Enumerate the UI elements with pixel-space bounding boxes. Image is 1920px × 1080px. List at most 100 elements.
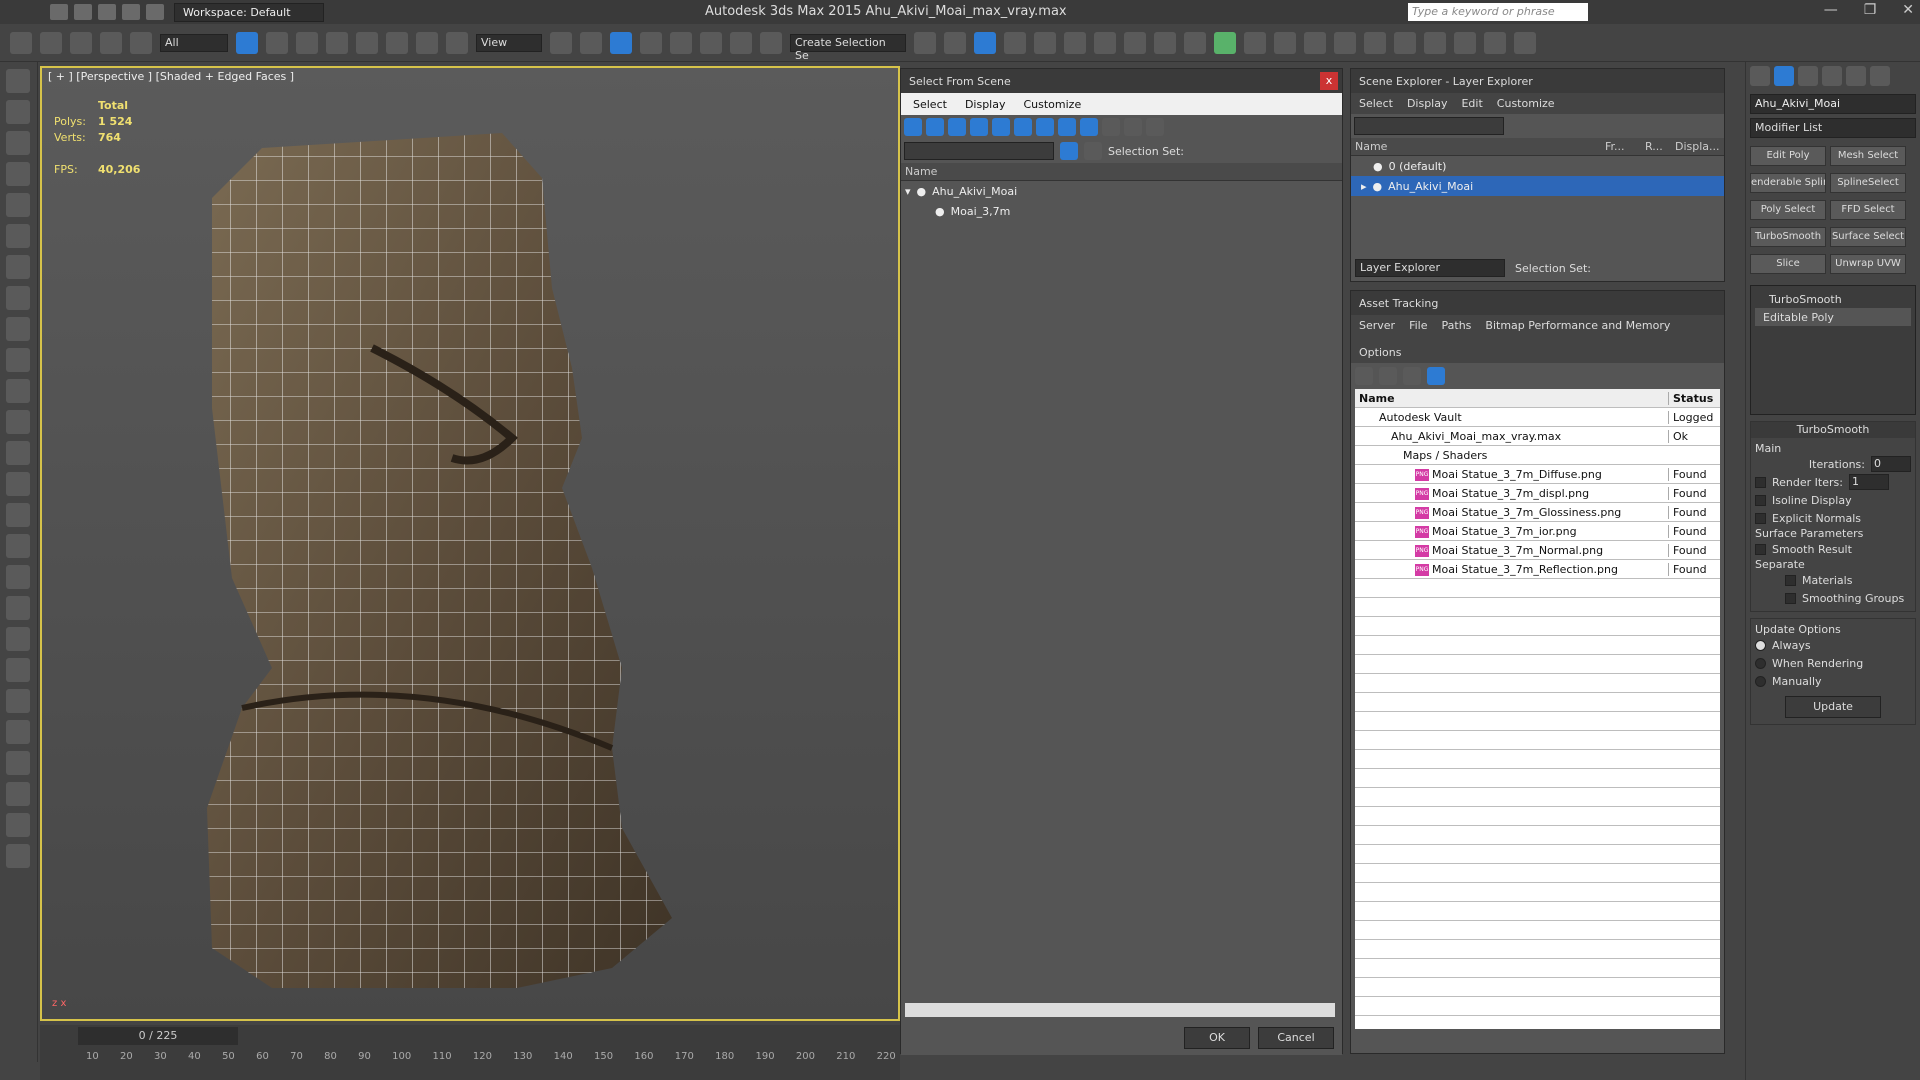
display-helpers-icon[interactable] xyxy=(992,118,1010,136)
hierarchy-tab-icon[interactable] xyxy=(1798,66,1818,86)
viewport-label[interactable]: [ + ] [Perspective ] [Shaded + Edged Fac… xyxy=(48,70,294,83)
plane-icon[interactable] xyxy=(6,317,30,341)
named-selection-dropdown[interactable]: Create Selection Se xyxy=(790,33,906,62)
expand-arrow-icon[interactable]: ▾ xyxy=(905,185,911,198)
at-menu-paths[interactable]: Paths xyxy=(1442,319,1472,332)
spinner-snap-icon[interactable] xyxy=(730,31,752,54)
se-menu-customize[interactable]: Customize xyxy=(1497,97,1555,110)
vray-settings-icon[interactable] xyxy=(1514,31,1536,54)
mirror-icon[interactable] xyxy=(914,31,936,54)
undo-icon[interactable] xyxy=(10,31,32,54)
bind-spacewarp-icon[interactable] xyxy=(130,31,152,54)
rect-selection-icon[interactable] xyxy=(296,31,318,54)
mod-poly-select-button[interactable]: Poly Select xyxy=(1750,200,1826,220)
dynamics-icon[interactable] xyxy=(6,565,30,589)
angle-snap-icon[interactable] xyxy=(670,31,692,54)
rotate-icon[interactable] xyxy=(386,31,408,54)
space-warp-icon[interactable] xyxy=(6,255,30,279)
at-col-name[interactable]: Name xyxy=(1355,392,1668,405)
vray-toolbar-icon[interactable] xyxy=(1484,31,1506,54)
at-menu-file[interactable]: File xyxy=(1409,319,1427,332)
undo-icon[interactable] xyxy=(122,4,140,20)
at-menu-options[interactable]: Options xyxy=(1359,346,1401,359)
display-cameras-icon[interactable] xyxy=(970,118,988,136)
select-all-icon[interactable] xyxy=(1102,118,1120,136)
lightbulb-icon[interactable] xyxy=(6,193,30,217)
modifier-list-dropdown[interactable]: Modifier List xyxy=(1750,118,1916,138)
search-input[interactable]: Type a keyword or phrase xyxy=(1408,3,1588,21)
globe-icon[interactable] xyxy=(6,627,30,651)
vray-rt-icon[interactable] xyxy=(1454,31,1476,54)
grid-icon[interactable] xyxy=(6,131,30,155)
layer-explorer-icon[interactable] xyxy=(1004,31,1026,54)
select-manipulate-icon[interactable] xyxy=(580,31,602,54)
cloth-icon[interactable] xyxy=(6,596,30,620)
se-col-freeze[interactable]: Fr... xyxy=(1605,138,1645,155)
sphere-icon[interactable] xyxy=(6,379,30,403)
materials-checkbox[interactable] xyxy=(1785,574,1796,586)
redo-icon[interactable] xyxy=(40,31,62,54)
ball-icon[interactable] xyxy=(6,503,30,527)
at-row[interactable]: Autodesk Vault Logged xyxy=(1355,408,1720,427)
fur-icon[interactable] xyxy=(6,410,30,434)
link-icon[interactable] xyxy=(70,31,92,54)
se-menu-edit[interactable]: Edit xyxy=(1461,97,1482,110)
menu-select[interactable]: Select xyxy=(913,98,947,111)
lightbulb-icon[interactable]: ● xyxy=(935,205,945,218)
curve-editor-icon[interactable] xyxy=(1034,31,1056,54)
layers-icon[interactable] xyxy=(1084,142,1102,160)
hair-icon[interactable] xyxy=(6,689,30,713)
vray-camera-icon[interactable] xyxy=(1274,31,1296,54)
render-iters-spinner[interactable]: 1 xyxy=(1848,474,1889,490)
lightbulb-icon[interactable]: ● xyxy=(917,185,927,198)
snaps-toggle-icon[interactable] xyxy=(640,31,662,54)
modify-tab-icon[interactable] xyxy=(1774,66,1794,86)
object-name-field[interactable]: Ahu_Akivi_Moai xyxy=(1750,94,1916,114)
display-groups-icon[interactable] xyxy=(1036,118,1054,136)
mod-unwrap-uvw-button[interactable]: Unwrap UVW xyxy=(1830,254,1906,274)
mod-surface-select-button[interactable]: Surface Select xyxy=(1830,227,1906,247)
stack-item-editable-poly[interactable]: Editable Poly xyxy=(1755,308,1911,326)
table-icon[interactable] xyxy=(6,162,30,186)
sun-icon[interactable] xyxy=(6,472,30,496)
render-icon[interactable] xyxy=(6,782,30,806)
at-row[interactable]: PNG Moai Statue_3_7m_Diffuse.png Found xyxy=(1355,465,1720,484)
se-col-render[interactable]: R... xyxy=(1645,138,1675,155)
selection-filter-dropdown[interactable]: All xyxy=(160,33,228,52)
mod-edit-poly-button[interactable]: Edit Poly xyxy=(1750,146,1826,166)
se-row-default-layer[interactable]: ● 0 (default) xyxy=(1351,156,1724,176)
particle-icon[interactable] xyxy=(6,286,30,310)
vray-sphere-icon[interactable] xyxy=(1394,31,1416,54)
display-bones-icon[interactable] xyxy=(1080,118,1098,136)
material-icon[interactable] xyxy=(6,720,30,744)
at-row[interactable]: Maps / Shaders xyxy=(1355,446,1720,465)
new-file-icon[interactable] xyxy=(50,4,68,20)
display-xrefs-icon[interactable] xyxy=(1058,118,1076,136)
display-geometry-icon[interactable] xyxy=(904,118,922,136)
display-shapes-icon[interactable] xyxy=(926,118,944,136)
se-menu-display[interactable]: Display xyxy=(1407,97,1448,110)
at-row[interactable]: PNG Moai Statue_3_7m_ior.png Found xyxy=(1355,522,1720,541)
render-setup-icon[interactable] xyxy=(1124,31,1146,54)
at-row[interactable]: PNG Moai Statue_3_7m_Normal.png Found xyxy=(1355,541,1720,560)
sfs-column-name[interactable]: Name xyxy=(901,163,1342,181)
isoline-checkbox[interactable] xyxy=(1755,494,1766,506)
moai-model[interactable] xyxy=(152,108,752,988)
always-radio[interactable] xyxy=(1755,639,1766,651)
smoothing-groups-checkbox[interactable] xyxy=(1785,592,1796,604)
vray-frame-buffer-icon[interactable] xyxy=(1424,31,1446,54)
redo-icon[interactable] xyxy=(146,4,164,20)
vray-sun-icon[interactable] xyxy=(1244,31,1266,54)
schematic-view-icon[interactable] xyxy=(1064,31,1086,54)
perspective-viewport[interactable]: [ + ] [Perspective ] [Shaded + Edged Fac… xyxy=(40,66,900,1021)
se-row-ahu-akivi-moai[interactable]: ▸ ● Ahu_Akivi_Moai xyxy=(1351,176,1724,196)
mod-ffd-select-button[interactable]: FFD Select xyxy=(1830,200,1906,220)
smooth-result-checkbox[interactable] xyxy=(1755,543,1766,555)
select-by-name-icon[interactable] xyxy=(266,31,288,54)
vray-fur-icon[interactable] xyxy=(1334,31,1356,54)
container-icon[interactable] xyxy=(6,100,30,124)
stack-item-turbosmooth[interactable]: TurboSmooth xyxy=(1755,290,1911,308)
motion-tab-icon[interactable] xyxy=(1822,66,1842,86)
scale-icon[interactable] xyxy=(416,31,438,54)
create-tab-icon[interactable] xyxy=(1750,66,1770,86)
